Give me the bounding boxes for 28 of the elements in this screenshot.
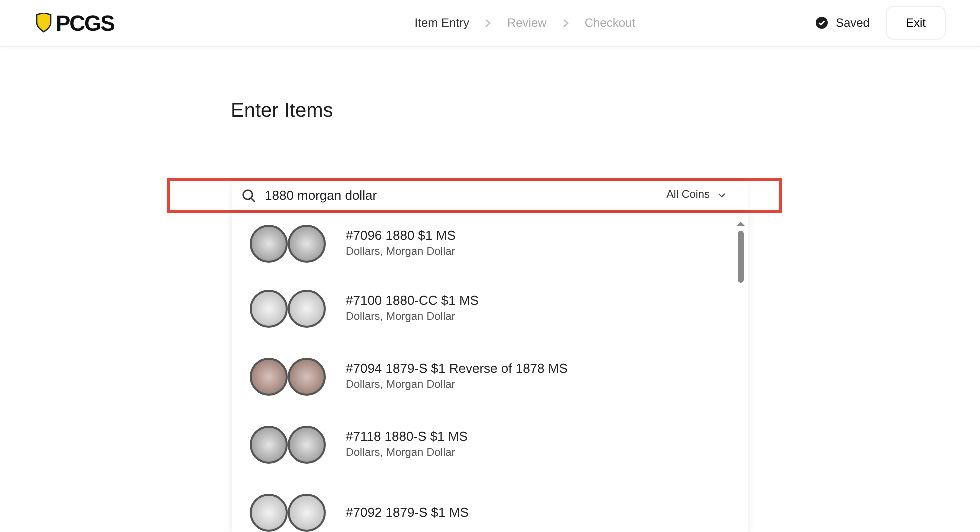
- search-icon: [242, 188, 256, 202]
- check-circle-icon: [816, 17, 828, 29]
- logo[interactable]: PCGS: [56, 6, 114, 40]
- filter-dropdown[interactable]: All Coins: [666, 187, 726, 204]
- result-title: #7118 1880-S $1 MS: [346, 428, 468, 445]
- chevron-down-icon: [718, 193, 726, 198]
- chevron-icon: [485, 18, 492, 28]
- step-link[interactable]: Item Entry: [414, 14, 470, 32]
- result-title: #7092 1879-S $1 MS: [346, 505, 469, 521]
- result-item[interactable]: #7096 1880 $1 MS Dollars, Morgan Dollar: [232, 213, 748, 275]
- shield-icon: [36, 13, 52, 33]
- result-subtitle: Dollars, Morgan Dollar: [346, 446, 456, 461]
- result-title: #7100 1880-CC $1 MS: [346, 292, 479, 309]
- save-status: Saved: [836, 15, 870, 32]
- page-title: Enter Items: [231, 99, 334, 123]
- result-title: #7094 1879-S $1 Reverse of 1878 MS: [346, 360, 568, 377]
- result-item[interactable]: #7094 1879-S $1 Reverse of 1878 MS Dollars, Morgan Dollar: [232, 343, 748, 411]
- result-title: #7096 1880 $1 MS: [346, 228, 456, 244]
- exit-button[interactable]: Exit: [886, 6, 946, 40]
- search-field[interactable]: 1880 morgan dollar All Coins: [232, 181, 748, 210]
- result-item[interactable]: #7100 1880-CC $1 MS Dollars, Morgan Dollar: [232, 275, 748, 343]
- scroll-up-arrow-icon[interactable]: [736, 221, 746, 227]
- result-item[interactable]: #7092 1879-S $1 MS: [232, 479, 748, 532]
- result-subtitle: Dollars, Morgan Dollar: [346, 378, 456, 393]
- result-subtitle: Dollars, Morgan Dollar: [346, 310, 456, 325]
- result-item[interactable]: #7118 1880-S $1 MS Dollars, Morgan Dollar: [232, 411, 748, 479]
- chevron-icon: [562, 18, 569, 28]
- result-subtitle: Dollars, Morgan Dollar: [346, 244, 456, 260]
